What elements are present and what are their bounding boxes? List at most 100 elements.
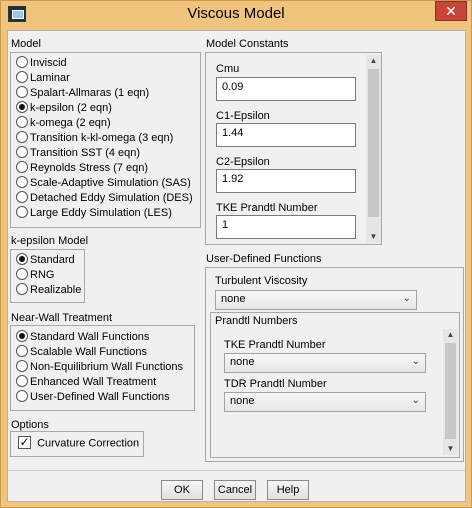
chevron-down-icon: ⌄: [411, 356, 420, 367]
radio-label: RNG: [30, 269, 55, 282]
scroll-up-icon[interactable]: ▲: [366, 55, 381, 67]
radio-label: Transition SST (4 eqn): [30, 147, 141, 160]
radio-label: Spalart-Allmaras (1 eqn): [30, 87, 150, 100]
radio-option[interactable]: Spalart-Allmaras (1 eqn): [16, 86, 150, 102]
radio-unselected-icon[interactable]: [16, 71, 28, 84]
scroll-down-icon[interactable]: ▼: [443, 443, 458, 455]
title-bar[interactable]: Viscous Model ✕: [1, 1, 471, 29]
radio-unselected-icon[interactable]: [16, 56, 28, 69]
radio-label: Realizable: [30, 284, 82, 297]
prandtl-numbers-group: Prandtl Numbers TKE Prandtl Number none …: [210, 312, 460, 458]
scroll-thumb[interactable]: [445, 343, 456, 439]
tdr-prandtl-udf-value: none: [230, 395, 255, 407]
radio-label: Standard: [30, 254, 75, 267]
model-constants-group: Cmu 0.09 C1-Epsilon 1.44 C2-Epsilon 1.92…: [205, 52, 382, 245]
near-wall-treatment-group: Standard Wall Functions Scalable Wall Fun…: [10, 325, 195, 411]
scroll-thumb[interactable]: [368, 69, 379, 217]
radio-option[interactable]: k-epsilon (2 eqn): [16, 101, 112, 117]
checkbox-icon[interactable]: ✓: [18, 436, 31, 449]
radio-label: User-Defined Wall Functions: [30, 391, 170, 404]
radio-label: Scale-Adaptive Simulation (SAS): [30, 177, 191, 190]
curvature-correction-checkbox[interactable]: ✓ Curvature Correction: [18, 436, 140, 450]
options-group: ✓ Curvature Correction: [10, 431, 144, 457]
prandtl-scrollbar[interactable]: ▲ ▼: [443, 329, 458, 455]
c1-epsilon-input[interactable]: 1.44: [216, 123, 356, 147]
near-wall-treatment-label: Near-Wall Treatment: [11, 312, 113, 324]
radio-option[interactable]: Reynolds Stress (7 eqn): [16, 161, 148, 177]
radio-selected-icon[interactable]: [16, 101, 28, 114]
turbulent-viscosity-label: Turbulent Viscosity: [215, 275, 308, 287]
radio-label: Scalable Wall Functions: [30, 346, 147, 359]
ok-button[interactable]: OK: [161, 480, 203, 500]
radio-option[interactable]: Scalable Wall Functions: [16, 345, 147, 361]
radio-unselected-icon[interactable]: [16, 283, 28, 296]
c2-epsilon-label: C2-Epsilon: [216, 156, 270, 168]
scroll-up-icon[interactable]: ▲: [443, 329, 458, 341]
radio-option[interactable]: Large Eddy Simulation (LES): [16, 206, 172, 222]
c2-epsilon-input[interactable]: 1.92: [216, 169, 356, 193]
radio-unselected-icon[interactable]: [16, 86, 28, 99]
k-epsilon-model-group: Standard RNG Realizable: [10, 249, 85, 303]
radio-label: Large Eddy Simulation (LES): [30, 207, 172, 220]
tdr-prandtl-udf-label: TDR Prandtl Number: [224, 378, 327, 390]
radio-option[interactable]: k-omega (2 eqn): [16, 116, 111, 132]
radio-label: Transition k-kl-omega (3 eqn): [30, 132, 174, 145]
radio-label: Reynolds Stress (7 eqn): [30, 162, 148, 175]
radio-unselected-icon[interactable]: [16, 191, 28, 204]
radio-unselected-icon[interactable]: [16, 161, 28, 174]
radio-label: Laminar: [30, 72, 70, 85]
radio-option[interactable]: User-Defined Wall Functions: [16, 390, 170, 406]
radio-option[interactable]: Realizable: [16, 283, 82, 299]
radio-label: k-omega (2 eqn): [30, 117, 111, 130]
radio-label: Detached Eddy Simulation (DES): [30, 192, 193, 205]
scroll-down-icon[interactable]: ▼: [366, 231, 381, 243]
radio-unselected-icon[interactable]: [16, 206, 28, 219]
cmu-input[interactable]: 0.09: [216, 77, 356, 101]
radio-option[interactable]: RNG: [16, 268, 55, 284]
model-constants-label: Model Constants: [206, 38, 289, 50]
radio-option[interactable]: Scale-Adaptive Simulation (SAS): [16, 176, 191, 192]
radio-option[interactable]: Transition k-kl-omega (3 eqn): [16, 131, 174, 147]
curvature-correction-label: Curvature Correction: [37, 437, 140, 450]
cancel-button[interactable]: Cancel: [214, 480, 256, 500]
turbulent-viscosity-select[interactable]: none ⌄: [215, 290, 417, 310]
model-group: Inviscid Laminar Spalart-Allmaras (1 eqn) k…: [10, 52, 201, 228]
udf-group: Turbulent Viscosity none ⌄ Prandtl Numbe…: [205, 267, 464, 462]
radio-unselected-icon[interactable]: [16, 390, 28, 403]
radio-unselected-icon[interactable]: [16, 375, 28, 388]
tke-prandtl-udf-value: none: [230, 356, 255, 368]
radio-unselected-icon[interactable]: [16, 131, 28, 144]
udf-label: User-Defined Functions: [206, 253, 322, 265]
radio-option[interactable]: Enhanced Wall Treatment: [16, 375, 157, 391]
window-title: Viscous Model: [187, 5, 285, 22]
tke-prandtl-udf-select[interactable]: none ⌄: [224, 353, 426, 373]
tke-prandtl-input[interactable]: 1: [216, 215, 356, 239]
radio-option[interactable]: Inviscid: [16, 56, 67, 72]
radio-unselected-icon[interactable]: [16, 176, 28, 189]
radio-selected-icon[interactable]: [16, 253, 28, 266]
radio-option[interactable]: Detached Eddy Simulation (DES): [16, 191, 193, 207]
radio-label: k-epsilon (2 eqn): [30, 102, 112, 115]
k-epsilon-model-label: k-epsilon Model: [11, 235, 89, 247]
model-constants-scrollbar[interactable]: ▲ ▼: [366, 55, 381, 243]
radio-option[interactable]: Transition SST (4 eqn): [16, 146, 141, 162]
tke-prandtl-udf-label: TKE Prandtl Number: [224, 339, 326, 351]
radio-unselected-icon[interactable]: [16, 146, 28, 159]
radio-label: Non-Equilibrium Wall Functions: [30, 361, 184, 374]
chevron-down-icon: ⌄: [411, 395, 420, 406]
radio-option[interactable]: Non-Equilibrium Wall Functions: [16, 360, 184, 376]
radio-selected-icon[interactable]: [16, 330, 28, 343]
c1-epsilon-label: C1-Epsilon: [216, 110, 270, 122]
close-button[interactable]: ✕: [435, 1, 467, 21]
radio-unselected-icon[interactable]: [16, 360, 28, 373]
radio-label: Enhanced Wall Treatment: [30, 376, 157, 389]
cmu-label: Cmu: [216, 63, 240, 75]
tdr-prandtl-udf-select[interactable]: none ⌄: [224, 392, 426, 412]
radio-option[interactable]: Standard Wall Functions: [16, 330, 149, 346]
radio-option[interactable]: Laminar: [16, 71, 70, 87]
radio-unselected-icon[interactable]: [16, 116, 28, 129]
radio-unselected-icon[interactable]: [16, 345, 28, 358]
radio-option[interactable]: Standard: [16, 253, 75, 269]
radio-unselected-icon[interactable]: [16, 268, 28, 281]
help-button[interactable]: Help: [267, 480, 309, 500]
